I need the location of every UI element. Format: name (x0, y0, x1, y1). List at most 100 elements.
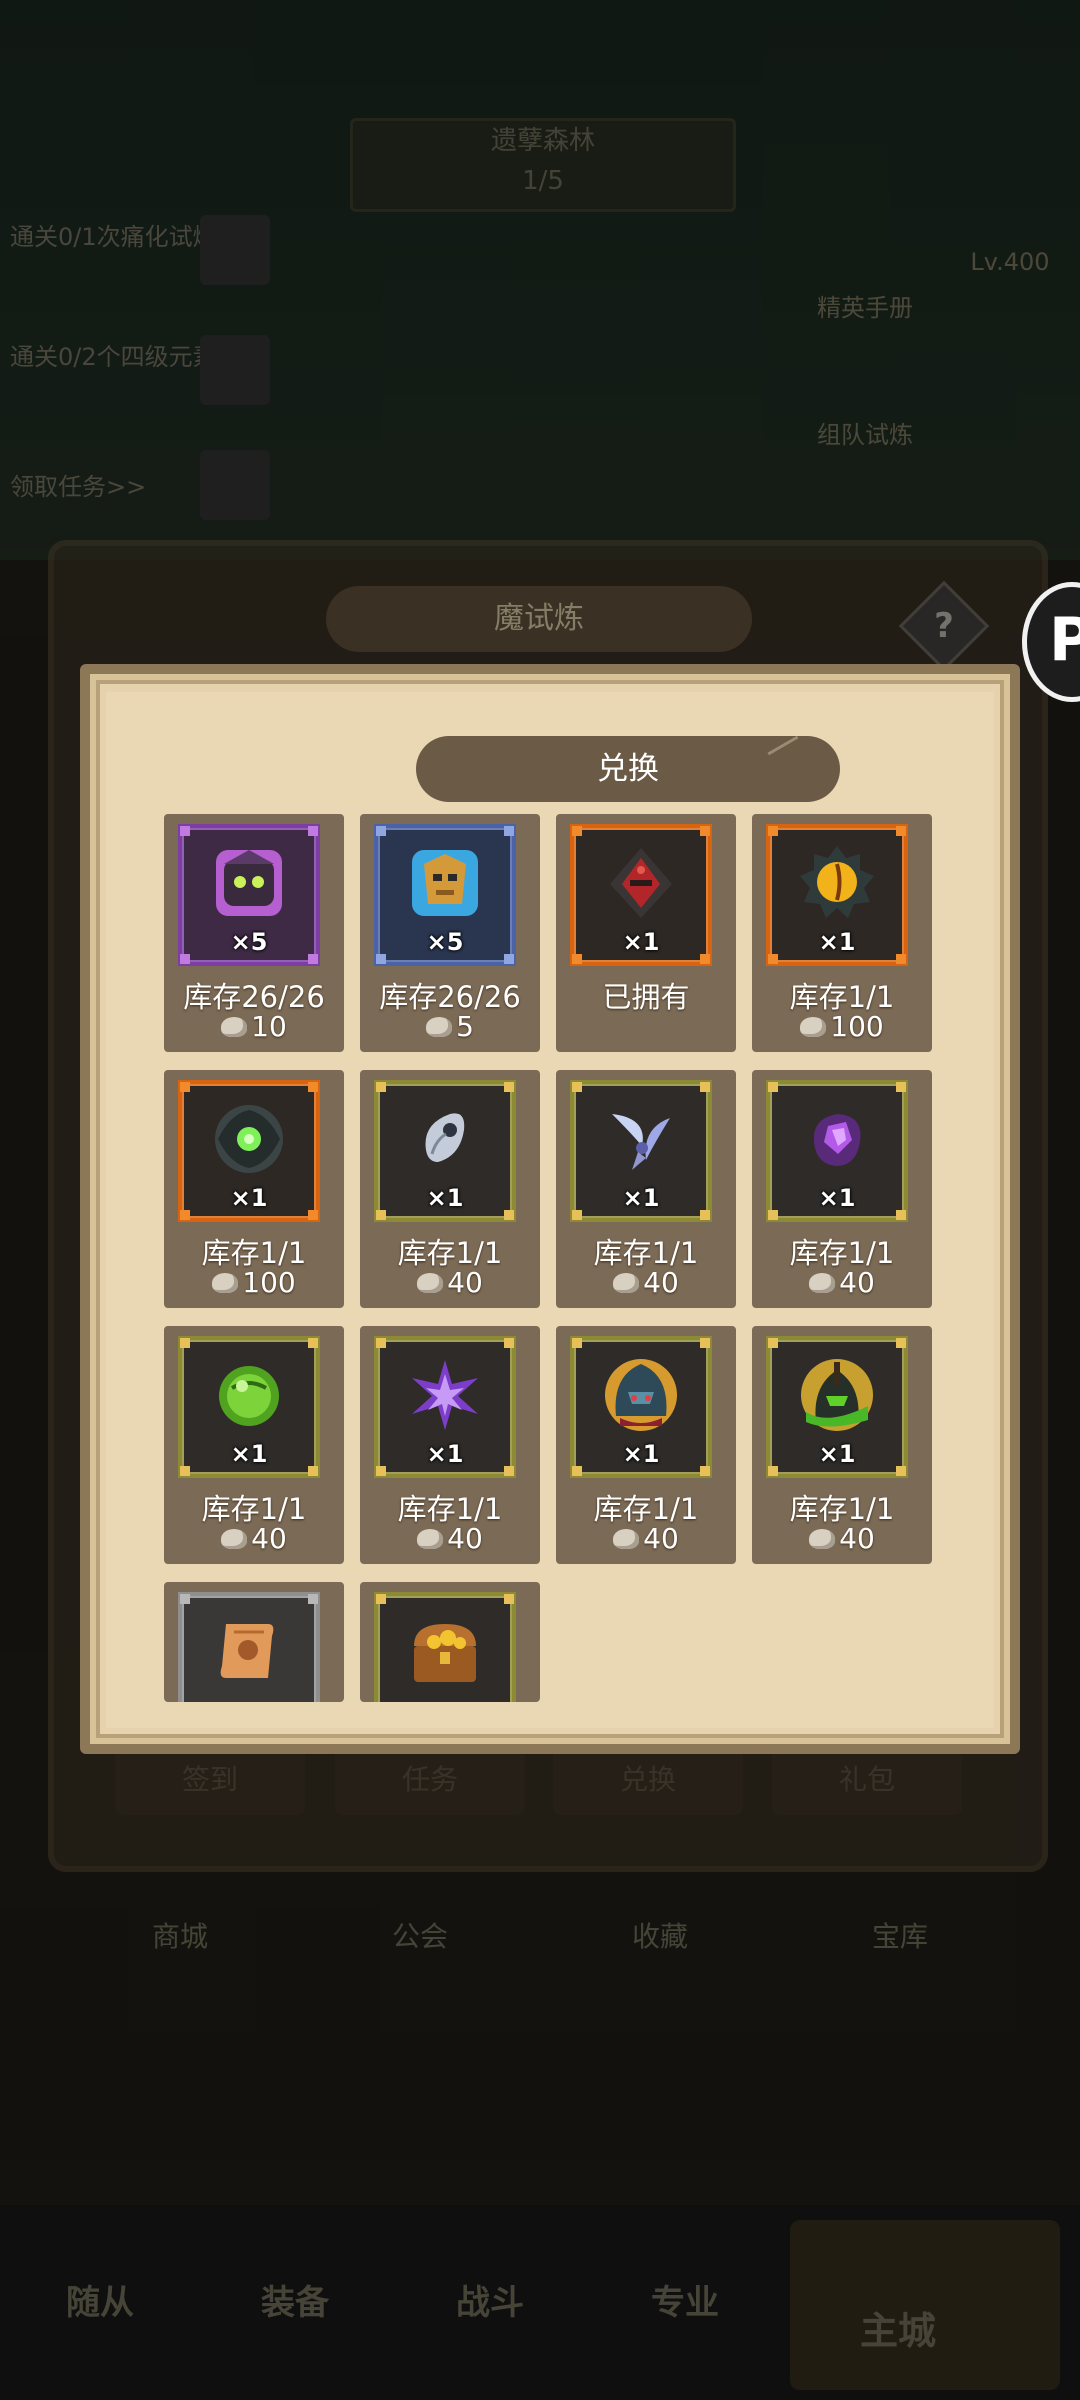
slot-corner-decoration (768, 1082, 778, 1092)
exchange-item[interactable]: ×1 库存1/1 40 (360, 1070, 540, 1308)
twin-blades-icon (602, 1100, 680, 1178)
item-quantity: ×1 (426, 1440, 464, 1468)
item-slot: ×1 (374, 1080, 516, 1222)
slot-corner-decoration (180, 1082, 190, 1092)
slot-corner-decoration (896, 1338, 906, 1348)
currency-shell-icon (417, 1273, 444, 1293)
exchange-panel-body: 兑换 ×5 库存26/26 10 ×5 库存26/26 5 ×1 已拥有 ×1 库存1/1 100 ×… (106, 692, 994, 1728)
item-price-value: 40 (447, 1522, 483, 1555)
item-price-value: 40 (839, 1266, 875, 1299)
stage-progress: 1/5 (522, 166, 564, 196)
item-price: 40 (752, 1522, 932, 1555)
slot-corner-decoration (308, 826, 318, 836)
exchange-item[interactable]: ×1 库存1/1 100 (752, 814, 932, 1052)
currency-shell-icon (212, 1273, 239, 1293)
item-price-value: 40 (447, 1266, 483, 1299)
silver-shard-icon (406, 1100, 484, 1178)
nav-battle: 战斗 (456, 2283, 524, 2323)
item-quantity: ×1 (230, 1440, 268, 1468)
slot-corner-decoration (504, 1082, 514, 1092)
currency-shell-icon (800, 1017, 827, 1037)
menu-vault: 宝库 (871, 1920, 928, 1953)
gold-mask-icon (406, 844, 484, 922)
golden-eye-orb-icon (798, 844, 876, 922)
item-quantity: ×1 (622, 928, 660, 956)
item-price: 100 (752, 1010, 932, 1043)
currency-shell-icon (221, 1529, 248, 1549)
purple-relic-icon (210, 844, 288, 922)
slot-corner-decoration (376, 1594, 386, 1604)
currency-shell-icon (426, 1017, 453, 1037)
currency-shell-icon (221, 1017, 248, 1037)
slot-corner-decoration (308, 1338, 318, 1348)
exchange-item[interactable]: ×1 已拥有 (556, 814, 736, 1052)
exchange-panel: 兑换 ×5 库存26/26 10 ×5 库存26/26 5 ×1 已拥有 ×1 库存1/1 100 ×… (80, 664, 1020, 1754)
exchange-item[interactable]: ×1 库存1/1 40 (752, 1070, 932, 1308)
slot-corner-decoration (376, 1082, 386, 1092)
green-warrior-portrait-icon (798, 1356, 876, 1434)
floating-assistant-icon: P (1049, 605, 1080, 675)
quest-icon (200, 450, 270, 520)
menu-guild: 公会 (391, 1920, 448, 1953)
exchange-item[interactable]: ×1 库存1/1 40 (164, 1326, 344, 1564)
exchange-item[interactable]: ×5 库存26/26 10 (164, 814, 344, 1052)
item-slot: ×1 (766, 824, 908, 966)
item-price: 40 (556, 1266, 736, 1299)
currency-shell-icon (809, 1529, 836, 1549)
slot-corner-decoration (504, 1594, 514, 1604)
slot-corner-decoration (572, 1082, 582, 1092)
green-core-orb-icon (210, 1100, 288, 1178)
exchange-item[interactable]: ×1 库存1/1 40 (556, 1070, 736, 1308)
slot-corner-decoration (376, 826, 386, 836)
menu-shop: 商城 (151, 1920, 208, 1953)
item-price: 40 (360, 1522, 540, 1555)
stage-banner: 遗孽森林 1/5 (350, 118, 736, 212)
nav-profession: 专业 (651, 2283, 719, 2323)
dark-helmet-icon (602, 844, 680, 922)
slot-corner-decoration (896, 1082, 906, 1092)
item-quantity: ×1 (818, 1184, 856, 1212)
stage-name: 遗孽森林 (490, 126, 595, 156)
item-price-value: 10 (251, 1010, 287, 1043)
exchange-item[interactable]: ×1 库存1/1 40 (752, 1326, 932, 1564)
item-quantity: ×1 (818, 1440, 856, 1468)
exchange-item[interactable]: ×5 库存26/26 5 (360, 814, 540, 1052)
item-slot: ×5 (374, 824, 516, 966)
exchange-item[interactable]: ×1 库存1/1 40 (360, 1326, 540, 1564)
item-quantity: ×5 (230, 928, 268, 956)
nav-main-city-button: 主城 (790, 2220, 1060, 2390)
exchange-item[interactable]: ×1 库存1/1 40 (556, 1326, 736, 1564)
slot-corner-decoration (180, 1338, 190, 1348)
exchange-item[interactable]: ×1 库存1/1 100 (164, 1070, 344, 1308)
help-icon: ? (934, 606, 954, 646)
currency-shell-icon (417, 1529, 444, 1549)
green-orb-icon (210, 1356, 288, 1434)
item-slot: ×1 (766, 1336, 908, 1478)
item-quantity: ×1 (818, 928, 856, 956)
exchange-item[interactable] (360, 1582, 540, 1702)
item-price: 100 (164, 1266, 344, 1299)
item-slot: ×1 (766, 1080, 908, 1222)
item-slot: ×1 (570, 1080, 712, 1222)
slot-corner-decoration (700, 1082, 710, 1092)
item-quantity: ×1 (426, 1184, 464, 1212)
nav-main-city-label: 主城 (860, 2309, 937, 2353)
purple-star-icon (406, 1356, 484, 1434)
item-price: 40 (752, 1266, 932, 1299)
item-price: 40 (556, 1522, 736, 1555)
item-price: 40 (164, 1522, 344, 1555)
slot-corner-decoration (308, 1594, 318, 1604)
item-slot (178, 1592, 320, 1702)
exchange-item[interactable] (164, 1582, 344, 1702)
currency-shell-icon (613, 1529, 640, 1549)
item-price-value: 5 (456, 1010, 474, 1043)
slot-corner-decoration (504, 1338, 514, 1348)
slot-corner-decoration (700, 1338, 710, 1348)
outer-dialog-title: 魔试炼 (326, 586, 752, 652)
level-label: Lv.400 (970, 248, 1050, 276)
slot-corner-decoration (308, 1082, 318, 1092)
item-slot: ×1 (178, 1080, 320, 1222)
currency-shell-icon (809, 1273, 836, 1293)
item-price-value: 40 (839, 1522, 875, 1555)
scroll-icon (210, 1612, 288, 1690)
